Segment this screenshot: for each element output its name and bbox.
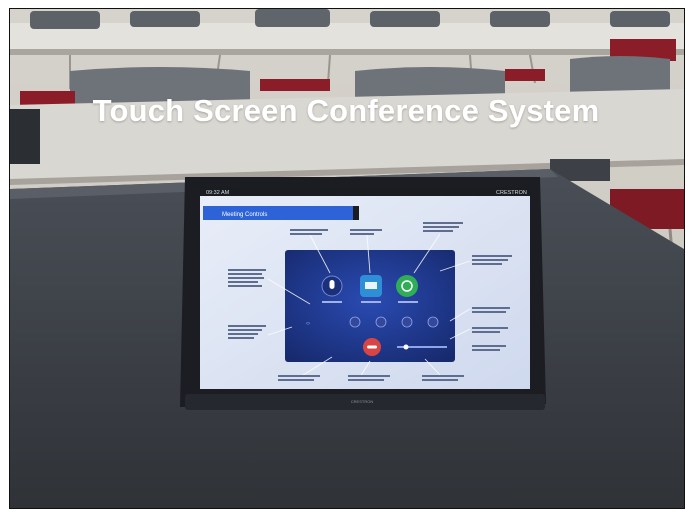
conference-room-photo: CRESTRON 09:32 AM CRESTRON Meeting Contr… — [9, 8, 685, 509]
image-frame: CRESTRON 09:32 AM CRESTRON Meeting Contr… — [0, 0, 692, 514]
more-button[interactable] — [427, 316, 439, 328]
end-call-icon — [367, 345, 377, 349]
tablet-footer-brand: CRESTRON — [351, 399, 374, 404]
join-button[interactable] — [396, 275, 418, 297]
tablet-time: 09:32 AM — [206, 190, 230, 196]
meeting-controls-title: Meeting Controls — [222, 212, 267, 218]
microphone-icon — [329, 280, 335, 289]
tablet-brand: CRESTRON — [496, 190, 527, 196]
back-table — [10, 23, 684, 49]
svg-text:‹›: ‹› — [306, 321, 310, 327]
share-icon — [365, 282, 377, 289]
person-button[interactable] — [375, 316, 387, 328]
settings-button[interactable] — [401, 316, 413, 328]
touch-panel-tablet: CRESTRON 09:32 AM CRESTRON Meeting Contr… — [180, 177, 546, 410]
caption-title: Touch Screen Conference System — [92, 93, 600, 128]
photo-illustration: CRESTRON 09:32 AM CRESTRON Meeting Contr… — [10, 9, 684, 508]
participants-button[interactable] — [349, 316, 361, 328]
